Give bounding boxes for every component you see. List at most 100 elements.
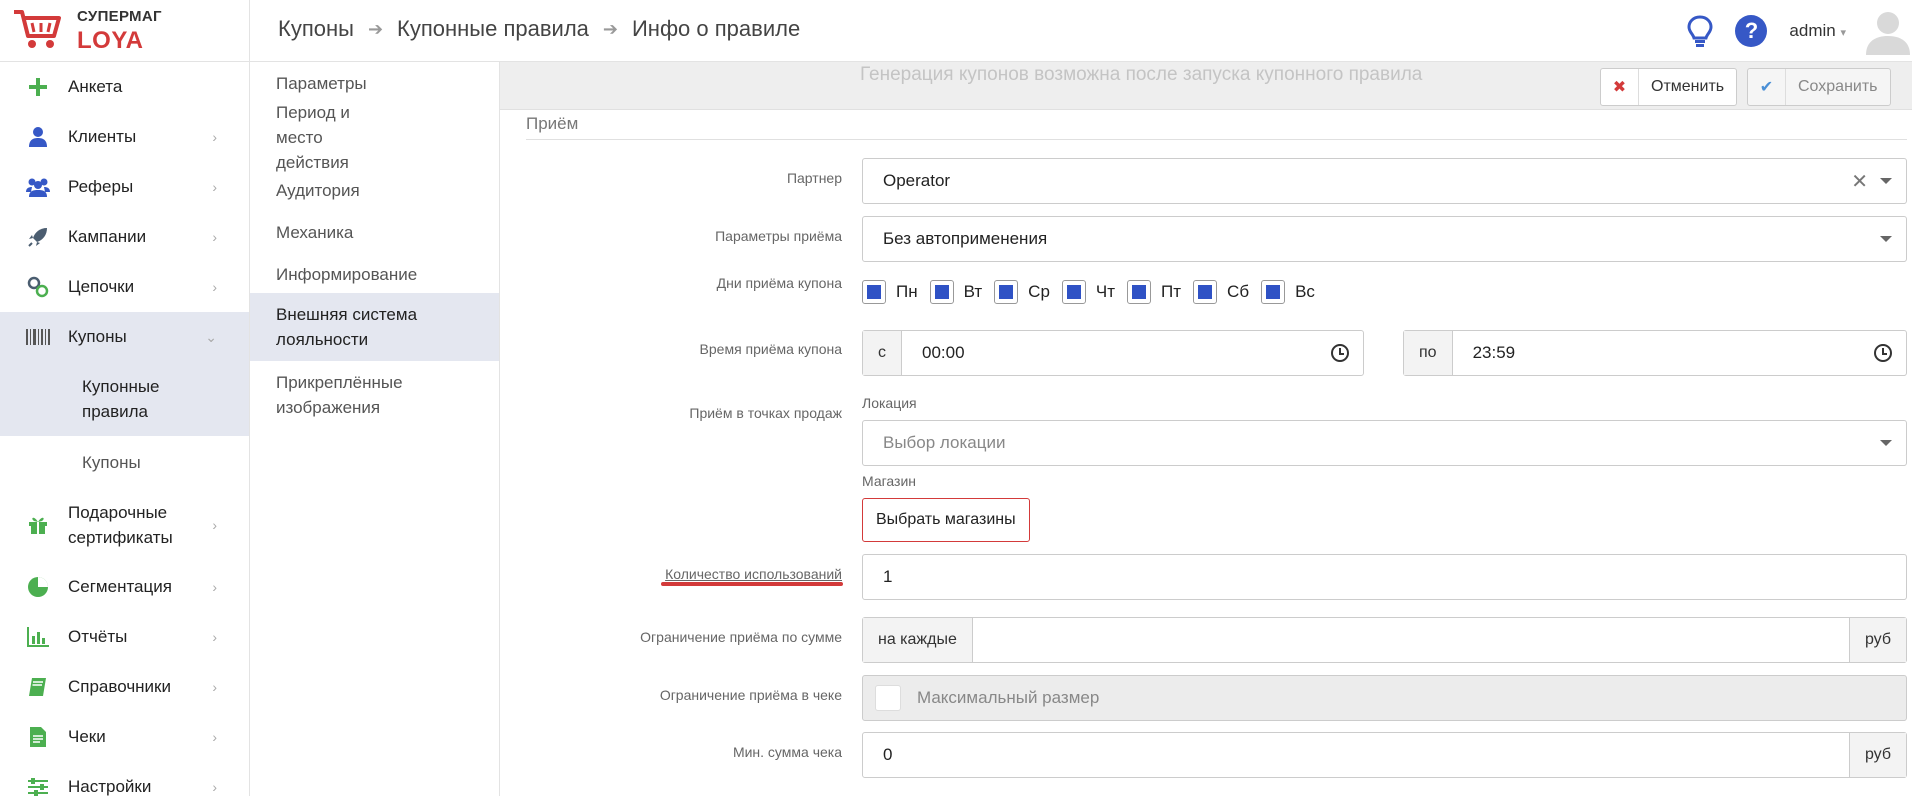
section-nav-images[interactable]: Прикреплённые изображения (250, 361, 499, 429)
sidebar-item-label: Кампании (68, 227, 147, 246)
logo[interactable]: СУПЕРМАГ LOYA (0, 0, 250, 62)
close-icon: ✖ (1601, 69, 1639, 105)
checkbox[interactable] (1261, 280, 1286, 304)
day-label: Вс (1295, 282, 1315, 301)
logo-text-bottom: LOYA (77, 27, 144, 54)
chevron-right-icon: › (212, 129, 217, 145)
sidebar-item-referrers[interactable]: Реферы › (0, 162, 249, 212)
time-to-input[interactable]: по 23:59 (1403, 330, 1907, 376)
day-label: Пт (1161, 282, 1182, 301)
usage-input[interactable]: 1 (862, 554, 1907, 600)
section-nav-period[interactable]: Период и место действия (250, 103, 420, 172)
usage-label[interactable]: Количество использований (665, 566, 842, 582)
location-placeholder: Выбор локации (883, 433, 1006, 452)
sliders-icon (26, 775, 50, 799)
sidebar-item-segmentation[interactable]: Сегментация › (0, 562, 249, 612)
avatar[interactable] (1864, 7, 1912, 55)
location-select[interactable]: Выбор локации (862, 420, 1907, 466)
section-nav-label: Внешняя система лояльности (276, 305, 418, 349)
day-checkbox-fri[interactable]: Пт (1127, 280, 1181, 304)
check-limit-label: Ограничение приёма в чеке (659, 687, 842, 703)
section-nav-label: Прикреплённые изображения (276, 373, 403, 417)
help-icon[interactable]: ? (1735, 15, 1768, 47)
partner-select[interactable]: Operator ✕ (862, 158, 1907, 204)
cancel-button[interactable]: ✖ Отменить (1600, 68, 1738, 106)
save-button[interactable]: ✔ Сохранить (1747, 68, 1891, 106)
sidebar-item-chains[interactable]: Цепочки › (0, 262, 249, 312)
book-icon (26, 675, 50, 699)
min-sum-input[interactable]: 0 руб (862, 732, 1907, 778)
section-nav-mechanics[interactable]: Механика (250, 209, 499, 255)
sidebar-item-clients[interactable]: Клиенты › (0, 112, 249, 162)
clock-icon[interactable] (1331, 344, 1349, 362)
sidebar-item-gift-certificates[interactable]: Подарочные сертификаты › (0, 488, 249, 562)
partner-value: Operator (883, 171, 951, 190)
sidebar-item-label: Подарочные сертификаты (68, 503, 173, 547)
sidebar-item-reports[interactable]: Отчёты › (0, 612, 249, 662)
time-to-prefix: по (1404, 331, 1453, 375)
checkbox[interactable] (994, 280, 1019, 304)
chevron-right-icon: › (212, 679, 217, 695)
sidebar-subitem-coupon-rules[interactable]: Купонные правила (0, 362, 249, 436)
sidebar-subitem-coupons[interactable]: Купоны (0, 436, 249, 488)
breadcrumb-item-rules[interactable]: Купонные правила (397, 16, 589, 42)
lightbulb-icon[interactable] (1685, 14, 1715, 48)
select-shops-button[interactable]: Выбрать магазины (862, 498, 1030, 542)
link-icon (26, 275, 50, 299)
chevron-right-icon: › (212, 579, 217, 595)
chevron-down-icon (1880, 178, 1892, 184)
chevron-right-icon: › (212, 779, 217, 795)
day-checkbox-sun[interactable]: Вс (1261, 280, 1315, 304)
day-label: Чт (1095, 282, 1116, 301)
check-limit-input[interactable]: Максимальный размер (862, 675, 1907, 721)
day-checkbox-mon[interactable]: Пн (862, 280, 918, 304)
sidebar-item-campaigns[interactable]: Кампании › (0, 212, 249, 262)
checkbox[interactable] (1193, 280, 1218, 304)
sidebar-item-label: Реферы (68, 177, 134, 196)
breadcrumb-item-coupons[interactable]: Купоны (278, 16, 354, 42)
chevron-right-icon: › (212, 516, 217, 533)
sidebar-item-label: Отчёты (68, 627, 128, 646)
user-icon (26, 125, 50, 149)
section-nav-external-loyalty[interactable]: Внешняя система лояльности (250, 293, 499, 361)
checkbox[interactable] (1061, 280, 1086, 304)
checkbox[interactable] (929, 280, 954, 304)
params-value: Без автоприменения (883, 229, 1048, 248)
sum-limit-input[interactable]: на каждые руб (862, 617, 1907, 663)
user-menu[interactable]: admin ▾ (1789, 21, 1846, 41)
check-limit-checkbox[interactable] (875, 685, 901, 711)
sidebar-item-coupons[interactable]: Купоны ⌄ (0, 312, 249, 362)
day-checkbox-sat[interactable]: Сб (1193, 280, 1249, 304)
user-name: admin (1789, 21, 1836, 40)
caret-down-icon: ▾ (1840, 27, 1846, 39)
checkbox[interactable] (862, 280, 886, 304)
day-checkbox-tue[interactable]: Вт (929, 280, 983, 304)
time-from-input[interactable]: с 00:00 (862, 330, 1364, 376)
clear-icon[interactable]: ✕ (1851, 169, 1868, 194)
day-checkbox-wed[interactable]: Ср (994, 280, 1050, 304)
bar-chart-icon (26, 625, 50, 649)
sidebar-item-questionnaire[interactable]: Анкета (0, 62, 249, 112)
cancel-label: Отменить (1651, 78, 1725, 95)
usage-value: 1 (883, 567, 893, 586)
arrow-right-icon: ➔ (602, 18, 618, 39)
clock-icon[interactable] (1874, 344, 1892, 362)
sum-limit-prefix: на каждые (863, 618, 973, 662)
sidebar-item-directories[interactable]: Справочники › (0, 662, 249, 712)
receipt-icon (26, 725, 50, 749)
section-nav-params[interactable]: Параметры (250, 63, 499, 103)
logo-text-top: СУПЕРМАГ (77, 8, 162, 25)
save-label: Сохранить (1798, 78, 1878, 95)
day-label: Вт (963, 282, 983, 301)
day-checkbox-thu[interactable]: Чт (1061, 280, 1116, 304)
checkbox[interactable] (1127, 280, 1152, 304)
sidebar-item-settings[interactable]: Настройки › (0, 762, 249, 812)
section-nav-audience[interactable]: Аудитория (250, 171, 499, 209)
sidebar-item-label: Сегментация (68, 577, 172, 596)
barcode-icon (26, 325, 50, 349)
sidebar-item-receipts[interactable]: Чеки › (0, 712, 249, 762)
params-select[interactable]: Без автоприменения (862, 216, 1907, 262)
plus-icon (26, 75, 50, 99)
sidebar-item-label: Купоны (68, 327, 127, 346)
section-nav-informing[interactable]: Информирование (250, 255, 499, 293)
